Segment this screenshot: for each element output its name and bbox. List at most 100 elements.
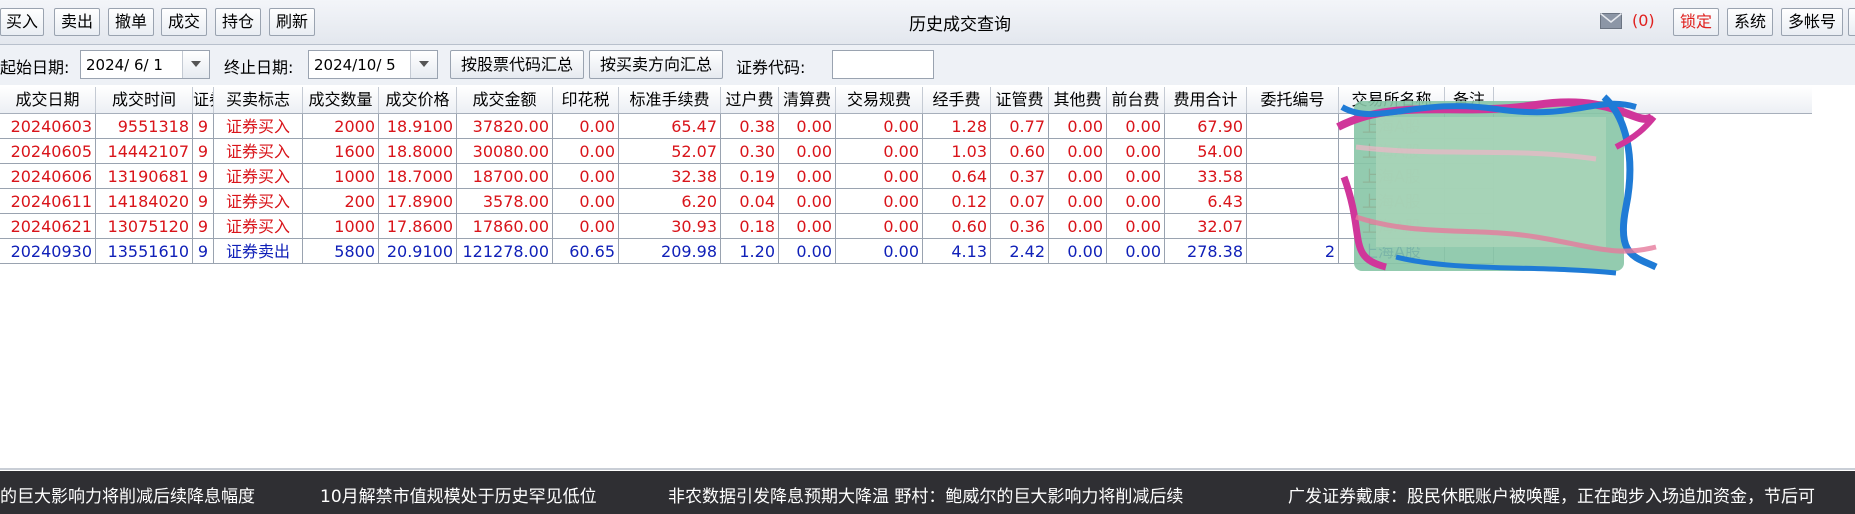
sell-button[interactable]: 卖出	[54, 8, 100, 36]
ticker-item[interactable]: 的巨大影响力将削减后续降息幅度	[0, 482, 255, 507]
cancel-order-button[interactable]: 撤单	[108, 8, 154, 36]
table-cell: 20240930	[0, 239, 96, 264]
table-cell: 1000	[303, 164, 379, 189]
summarize-by-direction-button[interactable]: 按买卖方向汇总	[589, 50, 723, 79]
table-cell: 65.47	[619, 114, 721, 139]
table-cell: 0.00	[1049, 214, 1107, 239]
ticker-item[interactable]: 10月解禁市值规模处于历史罕见低位	[320, 482, 597, 507]
table-cell: 0.00	[836, 164, 923, 189]
start-date-label: 起始日期:	[0, 58, 70, 77]
column-header[interactable]: 标准手续费	[619, 87, 721, 113]
table-cell: 0.77	[991, 114, 1049, 139]
dropdown-arrow-icon[interactable]	[182, 51, 209, 78]
column-header[interactable]: 过户费	[721, 87, 779, 113]
table-cell: 20240611	[0, 189, 96, 214]
table-cell: 0.00	[779, 164, 836, 189]
table-cell: 9	[193, 214, 214, 239]
column-header[interactable]: 费用合计	[1165, 87, 1247, 113]
start-date-picker[interactable]: 2024/ 6/ 1	[80, 50, 210, 79]
column-header[interactable]: 证管费	[991, 87, 1049, 113]
table-cell: 9	[193, 139, 214, 164]
system-button[interactable]: 系统	[1727, 8, 1773, 36]
table-cell	[1247, 214, 1339, 239]
overflow-button[interactable]	[1848, 8, 1855, 36]
table-cell: 20240603	[0, 114, 96, 139]
redaction-scribble	[1336, 94, 1658, 276]
deals-button[interactable]: 成交	[161, 8, 207, 36]
table-cell: 121278.00	[457, 239, 553, 264]
table-cell: 证券买入	[214, 164, 303, 189]
end-date-picker[interactable]: 2024/10/ 5	[308, 50, 438, 79]
mail-count: (0)	[1632, 11, 1655, 30]
table-cell: 0.00	[1049, 164, 1107, 189]
mail-icon[interactable]	[1600, 13, 1622, 29]
table-cell: 1.20	[721, 239, 779, 264]
column-header[interactable]: 买卖标志	[214, 87, 303, 113]
toolbar: 买入 卖出 撤单 成交 持仓 刷新 历史成交查询 (0) 锁定 系统 多帐号	[0, 0, 1855, 45]
summarize-by-code-button[interactable]: 按股票代码汇总	[450, 50, 584, 79]
column-header[interactable]: 证券	[193, 87, 214, 113]
table-cell: 6.20	[619, 189, 721, 214]
table-cell: 14442107	[96, 139, 193, 164]
table-cell: 20.9100	[379, 239, 457, 264]
table-cell: 0.00	[1049, 189, 1107, 214]
table-cell: 1.28	[923, 114, 991, 139]
table-cell: 2000	[303, 114, 379, 139]
security-code-input[interactable]	[832, 50, 934, 79]
table-cell: 0.00	[1049, 114, 1107, 139]
column-header[interactable]: 交易规费	[836, 87, 923, 113]
end-date-label: 终止日期:	[224, 58, 294, 77]
column-header[interactable]: 经手费	[923, 87, 991, 113]
table-cell: 证券买入	[214, 139, 303, 164]
table-cell: 0.36	[991, 214, 1049, 239]
table-cell: 209.98	[619, 239, 721, 264]
table-cell: 0.00	[1049, 239, 1107, 264]
table-cell: 9	[193, 114, 214, 139]
news-ticker: 的巨大影响力将削减后续降息幅度 10月解禁市值规模处于历史罕见低位 非农数据引发…	[0, 471, 1855, 514]
page-title: 历史成交查询	[909, 15, 1011, 35]
table-cell: 0.12	[923, 189, 991, 214]
table-cell: 证券卖出	[214, 239, 303, 264]
table-cell	[1247, 164, 1339, 189]
column-header[interactable]: 前台费	[1107, 87, 1165, 113]
column-header[interactable]: 成交时间	[96, 87, 193, 113]
table-cell: 0.00	[779, 114, 836, 139]
column-header[interactable]: 清算费	[779, 87, 836, 113]
table-cell: 67.90	[1165, 114, 1247, 139]
dropdown-arrow-icon[interactable]	[410, 51, 437, 78]
table-cell: 14184020	[96, 189, 193, 214]
table-cell: 0.00	[836, 114, 923, 139]
table-cell: 20240621	[0, 214, 96, 239]
table-cell: 0.00	[779, 239, 836, 264]
table-cell: 0.07	[991, 189, 1049, 214]
ticker-item[interactable]: 广发证券戴康：股民休眠账户被唤醒，正在跑步入场追加资金，节后可	[1288, 482, 1815, 507]
column-header[interactable]: 印花税	[553, 87, 619, 113]
table-cell	[1247, 114, 1339, 139]
buy-button[interactable]: 买入	[0, 8, 44, 36]
table-cell: 0.19	[721, 164, 779, 189]
column-header[interactable]: 成交金额	[457, 87, 553, 113]
table-cell: 18.9100	[379, 114, 457, 139]
column-header[interactable]: 委托编号	[1247, 87, 1339, 113]
table-cell: 0.60	[923, 214, 991, 239]
table-cell: 13075120	[96, 214, 193, 239]
positions-button[interactable]: 持仓	[215, 8, 261, 36]
ticker-item[interactable]: 非农数据引发降息预期大降温 野村：鲍威尔的巨大影响力将削减后续	[668, 482, 1183, 507]
table-cell: 33.58	[1165, 164, 1247, 189]
lock-button[interactable]: 锁定	[1673, 8, 1719, 36]
table-cell: 0.18	[721, 214, 779, 239]
column-header[interactable]: 成交价格	[379, 87, 457, 113]
multi-account-button[interactable]: 多帐号	[1781, 8, 1843, 36]
column-header[interactable]: 成交日期	[0, 87, 96, 113]
table-cell: 0.00	[553, 114, 619, 139]
table-cell: 0.00	[836, 189, 923, 214]
column-header[interactable]: 其他费	[1049, 87, 1107, 113]
column-header[interactable]: 成交数量	[303, 87, 379, 113]
table-cell	[1247, 139, 1339, 164]
table-cell: 13551610	[96, 239, 193, 264]
table-cell: 0.38	[721, 114, 779, 139]
table-cell: 0.60	[991, 139, 1049, 164]
refresh-button[interactable]: 刷新	[269, 8, 315, 36]
table-cell: 18.8000	[379, 139, 457, 164]
table-cell: 0.00	[1107, 164, 1165, 189]
